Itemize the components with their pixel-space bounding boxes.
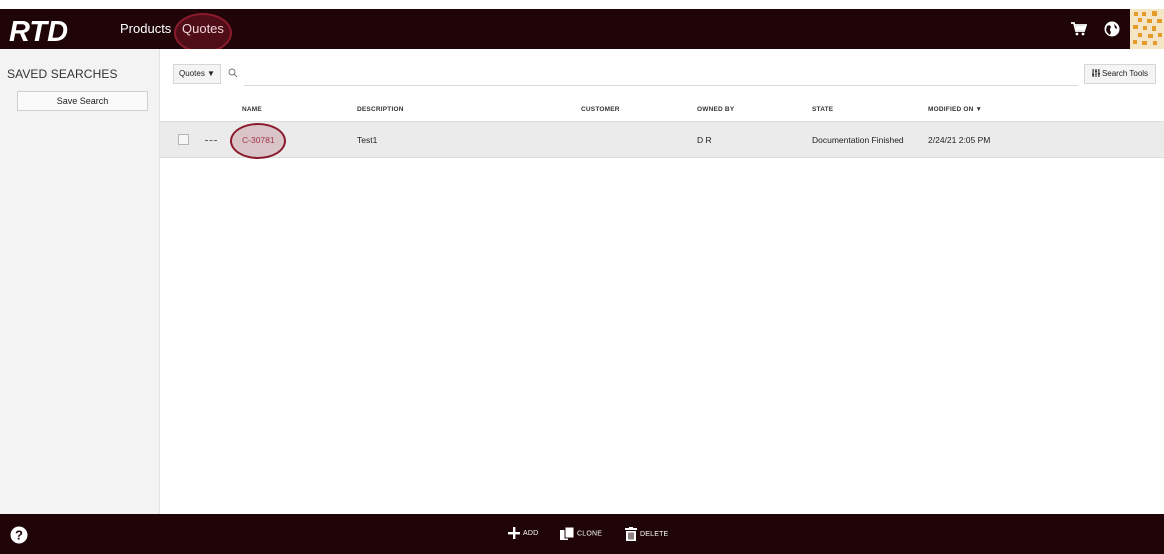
add-label: ADD	[523, 530, 539, 537]
rtd-logo[interactable]: RTD	[8, 15, 70, 45]
svg-text:?: ?	[15, 528, 23, 543]
plus-icon	[508, 527, 520, 540]
column-header-name[interactable]: NAME	[242, 106, 262, 113]
bottom-action-bar: ? ADD CLONE DELETE	[0, 514, 1164, 554]
quotes-list-panel: Quotes ▼ Search Tools NAME DESCRIPTION C…	[160, 49, 1164, 514]
table-row[interactable]: C-30781 Test1 D R Documentation Finished…	[160, 121, 1164, 159]
quote-description: Test1	[357, 135, 378, 145]
saved-searches-title: SAVED SEARCHES	[7, 67, 118, 81]
search-tools-label: Search Tools	[1101, 69, 1149, 78]
nav-quotes[interactable]: Quotes	[182, 9, 224, 49]
row-checkbox[interactable]	[178, 134, 189, 145]
clone-label: CLONE	[577, 530, 603, 538]
nav-products[interactable]: Products	[120, 9, 171, 49]
add-button[interactable]: ADD	[508, 527, 538, 541]
save-search-button[interactable]: Save Search	[17, 91, 148, 111]
globe-icon[interactable]	[1104, 21, 1120, 37]
trash-icon	[625, 527, 637, 541]
sliders-icon	[1091, 69, 1100, 77]
column-header-description[interactable]: DESCRIPTION	[357, 106, 404, 113]
saved-searches-sidebar: SAVED SEARCHES Save Search	[0, 49, 160, 514]
quote-owned-by: D R	[697, 135, 712, 145]
clone-icon	[560, 526, 575, 540]
search-tools-button[interactable]: Search Tools	[1084, 64, 1156, 84]
quote-modified-on: 2/24/21 2:05 PM	[928, 135, 991, 145]
type-filter-dropdown[interactable]: Quotes ▼	[173, 64, 221, 84]
column-header-customer[interactable]: CUSTOMER	[581, 106, 620, 113]
quote-state: Documentation Finished	[812, 135, 904, 145]
help-icon[interactable]: ?	[10, 526, 28, 544]
svg-text:RTD: RTD	[9, 16, 68, 45]
row-expand-handle[interactable]	[205, 140, 217, 141]
search-icon	[228, 68, 238, 78]
column-header-modified-on[interactable]: MODIFIED ON ▼	[928, 106, 982, 113]
column-header-owned-by[interactable]: OWNED BY	[697, 106, 734, 113]
user-avatar[interactable]	[1130, 9, 1164, 49]
top-navigation-bar: RTD Products Quotes	[0, 9, 1164, 53]
column-header-state[interactable]: STATE	[812, 106, 833, 113]
delete-label: DELETE	[640, 530, 669, 538]
clone-button[interactable]: CLONE	[560, 526, 603, 541]
cart-icon[interactable]	[1071, 22, 1087, 36]
delete-button[interactable]: DELETE	[625, 527, 668, 541]
search-input[interactable]	[244, 64, 1078, 86]
quote-name-link[interactable]: C-30781	[242, 135, 275, 145]
